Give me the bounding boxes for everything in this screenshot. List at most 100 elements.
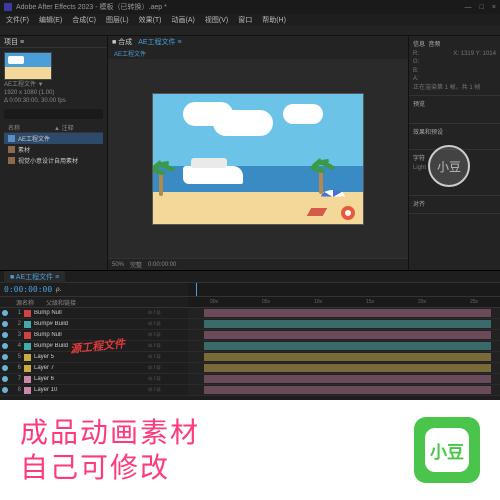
comp-tab[interactable]: AE工程文件 ≡	[138, 37, 181, 47]
playhead[interactable]	[196, 283, 197, 296]
workspace: 项目 ≡ AE工程文件 ▼ 1920 x 1080 (1.00) Δ 0:00:…	[0, 36, 500, 270]
comp-dimensions: 1920 x 1080 (1.00)	[4, 90, 103, 98]
window-title: Adobe After Effects 2023 - 模板（已转换）.aep *	[16, 2, 167, 12]
col-source-name[interactable]: 源名称	[16, 298, 34, 307]
item-label: AE工程文件	[18, 134, 50, 143]
current-timecode[interactable]: 0:00:00:00	[4, 285, 52, 294]
timeline-tab[interactable]: ■ AE工程文件 ≡	[4, 271, 65, 283]
layer-name[interactable]: Layer 6	[34, 376, 145, 382]
project-file-list: AE工程文件 素材 视觉小意设计自用素材	[4, 133, 103, 166]
close-button[interactable]: ×	[492, 4, 496, 11]
promo-banner: 成品动画素材 自己可修改 小豆	[0, 400, 500, 500]
layer-bar[interactable]	[204, 375, 491, 383]
menubar: 文件(F) 编辑(E) 合成(C) 图层(L) 效果(T) 动画(A) 视图(V…	[0, 14, 500, 26]
layer-name[interactable]: Bump Null	[34, 332, 145, 338]
render-status: 正在渲染第 1 帧，共 1 帧	[413, 84, 496, 92]
comp-breadcrumb[interactable]: AE工程文件	[108, 48, 408, 59]
visibility-toggle[interactable]	[2, 354, 8, 360]
lifering-graphic	[341, 206, 355, 220]
info-panel-title[interactable]: 信息	[413, 42, 425, 48]
layer-color[interactable]	[24, 310, 31, 317]
layer-name[interactable]: Bump# Build	[34, 321, 145, 327]
audio-panel-title[interactable]: 音频	[428, 42, 440, 48]
project-item[interactable]: 视觉小意设计自用素材	[4, 155, 103, 166]
menu-view[interactable]: 视图(V)	[205, 15, 228, 25]
menu-composition[interactable]: 合成(C)	[72, 15, 96, 25]
layer-bar[interactable]	[204, 353, 491, 361]
layer-row[interactable]: 2Bump# Build⊙ / ⊡	[0, 319, 500, 330]
banner-line1: 成品动画素材	[20, 415, 200, 450]
resolution-dropdown[interactable]: 完整	[130, 260, 142, 269]
col-name[interactable]: 名称	[4, 123, 54, 132]
comp-tab-prefix: ■ 合成	[112, 37, 132, 47]
project-panel: 项目 ≡ AE工程文件 ▼ 1920 x 1080 (1.00) Δ 0:00:…	[0, 36, 108, 270]
layer-row[interactable]: 6Layer 7⊙ / ⊡	[0, 363, 500, 374]
item-label: 视觉小意设计自用素材	[18, 156, 78, 165]
layer-bar[interactable]	[204, 342, 491, 350]
col-parent[interactable]: 父级和链接	[46, 298, 76, 307]
layer-color[interactable]	[24, 354, 31, 361]
project-tab[interactable]: 项目 ≡	[4, 37, 24, 47]
visibility-toggle[interactable]	[2, 321, 8, 327]
visibility-toggle[interactable]	[2, 387, 8, 393]
watermark-overlay: 小豆	[428, 145, 470, 187]
layer-color[interactable]	[24, 343, 31, 350]
banner-line2: 自己可修改	[20, 450, 200, 485]
time-ruler[interactable]: 00s 05s 10s 15s 20s 25s	[188, 297, 500, 307]
menu-layer[interactable]: 图层(L)	[106, 15, 129, 25]
menu-edit[interactable]: 编辑(E)	[39, 15, 62, 25]
composition-viewer[interactable]	[108, 59, 408, 258]
comp-icon	[8, 135, 15, 142]
align-panel-title[interactable]: 对齐	[413, 199, 496, 208]
canvas-preview	[153, 94, 363, 224]
menu-help[interactable]: 帮助(H)	[262, 15, 286, 25]
project-search[interactable]	[4, 109, 103, 119]
timeline-panel: ■ AE工程文件 ≡ 0:00:00:00 ρ. 源名称 父级和链接 00s 0…	[0, 270, 500, 400]
toolbar	[0, 26, 500, 36]
folder-icon	[8, 146, 15, 153]
menu-animation[interactable]: 动画(A)	[172, 15, 195, 25]
col-type[interactable]: ▲ 注释	[54, 123, 103, 132]
boat-graphic	[183, 166, 243, 184]
layer-row[interactable]: 8Layer 10⊙ / ⊡	[0, 385, 500, 396]
layer-color[interactable]	[24, 387, 31, 394]
composition-panel: ■ 合成 AE工程文件 ≡ AE工程文件 50% 完整	[108, 36, 408, 270]
viewer-timecode: 0:00:00:00	[148, 262, 176, 268]
layer-color[interactable]	[24, 376, 31, 383]
visibility-toggle[interactable]	[2, 365, 8, 371]
layer-row[interactable]: 7Layer 6⊙ / ⊡	[0, 374, 500, 385]
visibility-toggle[interactable]	[2, 310, 8, 316]
layer-row[interactable]: 1Bump Null⊙ / ⊡	[0, 308, 500, 319]
folder-icon	[8, 157, 15, 164]
maximize-button[interactable]: □	[480, 4, 484, 11]
visibility-toggle[interactable]	[2, 343, 8, 349]
menu-effect[interactable]: 效果(T)	[139, 15, 162, 25]
menu-window[interactable]: 窗口	[238, 15, 252, 25]
comp-name: AE工程文件 ▼	[4, 82, 103, 90]
layer-bar[interactable]	[204, 309, 491, 317]
layer-name[interactable]: Bump Null	[34, 310, 145, 316]
zoom-dropdown[interactable]: 50%	[112, 262, 124, 268]
comp-thumbnail[interactable]	[4, 52, 52, 80]
effects-panel-title[interactable]: 效果和预设	[413, 127, 496, 136]
visibility-toggle[interactable]	[2, 332, 8, 338]
visibility-toggle[interactable]	[2, 376, 8, 382]
layer-bar[interactable]	[204, 386, 491, 394]
timeline-search[interactable]: ρ.	[56, 287, 61, 293]
project-item[interactable]: 素材	[4, 144, 103, 155]
layer-color[interactable]	[24, 321, 31, 328]
banner-logo: 小豆	[414, 417, 480, 483]
item-label: 素材	[18, 145, 30, 154]
layer-bar[interactable]	[204, 320, 491, 328]
layer-bar[interactable]	[204, 331, 491, 339]
layer-name[interactable]: Layer 7	[34, 365, 145, 371]
menu-file[interactable]: 文件(F)	[6, 15, 29, 25]
layer-bar[interactable]	[204, 364, 491, 372]
project-item[interactable]: AE工程文件	[4, 133, 103, 144]
layer-color[interactable]	[24, 332, 31, 339]
layer-name[interactable]: Layer 5	[34, 354, 145, 360]
layer-color[interactable]	[24, 365, 31, 372]
preview-panel-title[interactable]: 预览	[413, 99, 496, 108]
minimize-button[interactable]: —	[465, 4, 472, 11]
layer-name[interactable]: Layer 10	[34, 387, 145, 393]
